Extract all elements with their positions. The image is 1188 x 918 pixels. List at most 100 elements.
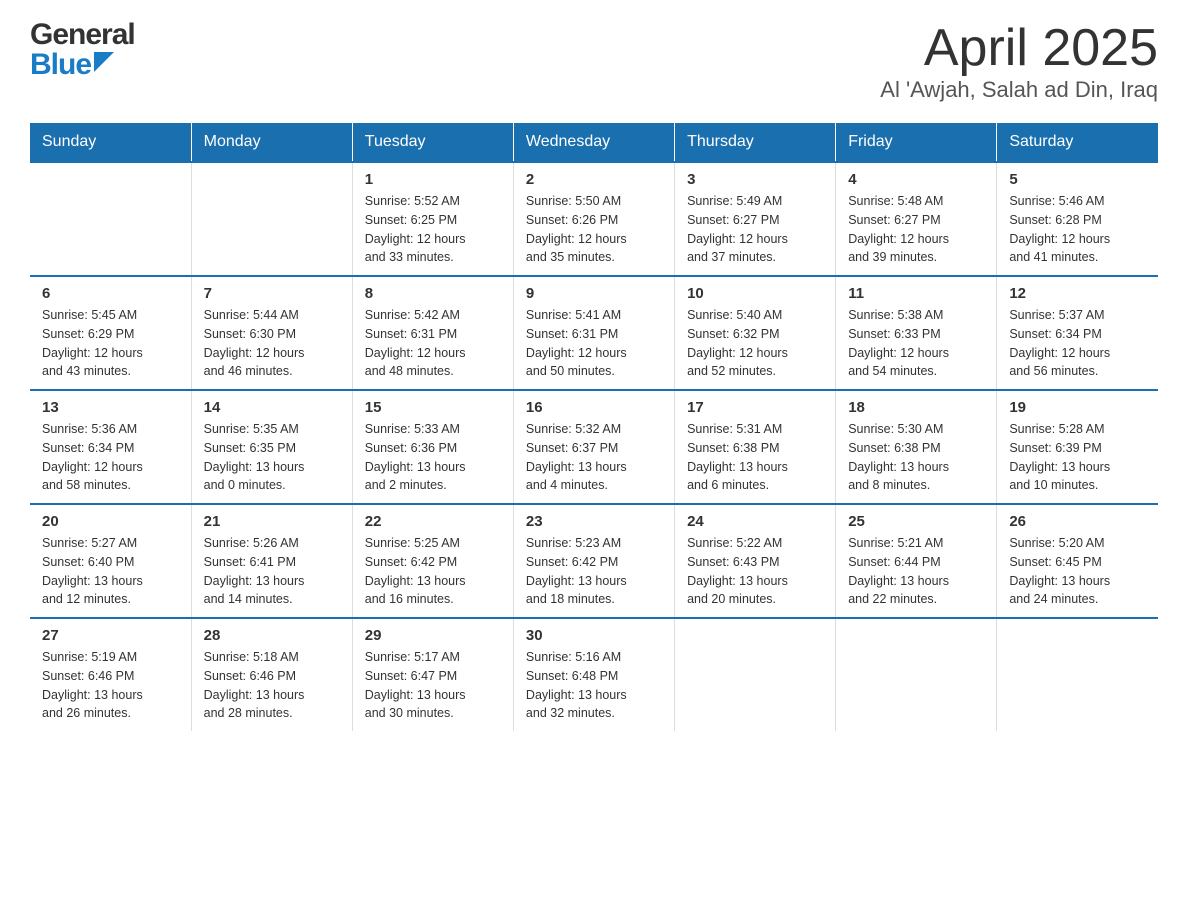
day-info: Sunrise: 5:31 AMSunset: 6:38 PMDaylight:…	[687, 420, 823, 495]
page-title: April 2025	[880, 20, 1158, 77]
calendar-cell: 12 Sunrise: 5:37 AMSunset: 6:34 PMDayligh…	[997, 276, 1158, 390]
day-number: 1	[365, 171, 501, 188]
calendar-week-row: 20 Sunrise: 5:27 AMSunset: 6:40 PMDayligh…	[30, 504, 1158, 618]
day-number: 2	[526, 171, 662, 188]
day-info: Sunrise: 5:38 AMSunset: 6:33 PMDaylight:…	[848, 306, 984, 381]
calendar-header-sunday: Sunday	[30, 123, 191, 162]
day-number: 28	[204, 627, 340, 644]
calendar-cell: 8Sunrise: 5:42 AMSunset: 6:31 PMDaylight…	[352, 276, 513, 390]
logo-triangle-icon	[94, 52, 114, 76]
page-header: General Blue April 2025 Al 'Awjah, Salah…	[30, 20, 1158, 103]
day-info: Sunrise: 5:52 AMSunset: 6:25 PMDaylight:…	[365, 192, 501, 267]
day-info: Sunrise: 5:40 AMSunset: 6:32 PMDaylight:…	[687, 306, 823, 381]
day-number: 3	[687, 171, 823, 188]
calendar-cell: 22Sunrise: 5:25 AMSunset: 6:42 PMDayligh…	[352, 504, 513, 618]
calendar-cell: 19 Sunrise: 5:28 AMSunset: 6:39 PMDayligh…	[997, 390, 1158, 504]
day-number: 6	[42, 285, 179, 302]
calendar-cell: 2 Sunrise: 5:50 AMSunset: 6:26 PMDaylight…	[513, 162, 674, 276]
day-number: 16	[526, 399, 662, 416]
day-number: 24	[687, 513, 823, 530]
calendar-cell: 1 Sunrise: 5:52 AMSunset: 6:25 PMDaylight…	[352, 162, 513, 276]
day-number: 22	[365, 513, 501, 530]
day-info: Sunrise: 5:46 AMSunset: 6:28 PMDaylight:…	[1009, 192, 1146, 267]
day-info: Sunrise: 5:27 AMSunset: 6:40 PMDaylight:…	[42, 534, 179, 609]
calendar-week-row: 1 Sunrise: 5:52 AMSunset: 6:25 PMDaylight…	[30, 162, 1158, 276]
day-info: Sunrise: 5:26 AMSunset: 6:41 PMDaylight:…	[204, 534, 340, 609]
day-info: Sunrise: 5:41 AMSunset: 6:31 PMDaylight:…	[526, 306, 662, 381]
calendar-header-friday: Friday	[836, 123, 997, 162]
calendar-cell: 24 Sunrise: 5:22 AMSunset: 6:43 PMDayligh…	[675, 504, 836, 618]
day-number: 11	[848, 285, 984, 302]
calendar-cell	[191, 162, 352, 276]
logo-blue: Blue	[30, 50, 91, 80]
calendar-cell: 23 Sunrise: 5:23 AMSunset: 6:42 PMDayligh…	[513, 504, 674, 618]
calendar-cell: 20 Sunrise: 5:27 AMSunset: 6:40 PMDayligh…	[30, 504, 191, 618]
calendar-table: SundayMondayTuesdayWednesdayThursdayFrid…	[30, 123, 1158, 731]
calendar-cell: 11 Sunrise: 5:38 AMSunset: 6:33 PMDayligh…	[836, 276, 997, 390]
calendar-cell: 6 Sunrise: 5:45 AMSunset: 6:29 PMDaylight…	[30, 276, 191, 390]
calendar-cell	[836, 618, 997, 731]
calendar-cell: 21 Sunrise: 5:26 AMSunset: 6:41 PMDayligh…	[191, 504, 352, 618]
day-info: Sunrise: 5:28 AMSunset: 6:39 PMDaylight:…	[1009, 420, 1146, 495]
calendar-header-row: SundayMondayTuesdayWednesdayThursdayFrid…	[30, 123, 1158, 162]
day-number: 14	[204, 399, 340, 416]
day-info: Sunrise: 5:37 AMSunset: 6:34 PMDaylight:…	[1009, 306, 1146, 381]
calendar-header-tuesday: Tuesday	[352, 123, 513, 162]
calendar-cell: 4 Sunrise: 5:48 AMSunset: 6:27 PMDaylight…	[836, 162, 997, 276]
calendar-cell: 28 Sunrise: 5:18 AMSunset: 6:46 PMDayligh…	[191, 618, 352, 731]
day-info: Sunrise: 5:23 AMSunset: 6:42 PMDaylight:…	[526, 534, 662, 609]
logo: General Blue	[30, 20, 135, 80]
day-number: 9	[526, 285, 662, 302]
calendar-cell: 3Sunrise: 5:49 AMSunset: 6:27 PMDaylight…	[675, 162, 836, 276]
calendar-cell	[675, 618, 836, 731]
day-info: Sunrise: 5:50 AMSunset: 6:26 PMDaylight:…	[526, 192, 662, 267]
day-number: 12	[1009, 285, 1146, 302]
calendar-cell	[997, 618, 1158, 731]
day-number: 30	[526, 627, 662, 644]
day-info: Sunrise: 5:18 AMSunset: 6:46 PMDaylight:…	[204, 648, 340, 723]
day-number: 27	[42, 627, 179, 644]
calendar-cell: 26Sunrise: 5:20 AMSunset: 6:45 PMDayligh…	[997, 504, 1158, 618]
day-info: Sunrise: 5:30 AMSunset: 6:38 PMDaylight:…	[848, 420, 984, 495]
calendar-cell: 27Sunrise: 5:19 AMSunset: 6:46 PMDayligh…	[30, 618, 191, 731]
day-number: 4	[848, 171, 984, 188]
day-info: Sunrise: 5:48 AMSunset: 6:27 PMDaylight:…	[848, 192, 984, 267]
calendar-header-saturday: Saturday	[997, 123, 1158, 162]
day-info: Sunrise: 5:45 AMSunset: 6:29 PMDaylight:…	[42, 306, 179, 381]
day-number: 10	[687, 285, 823, 302]
calendar-header-wednesday: Wednesday	[513, 123, 674, 162]
calendar-cell: 15Sunrise: 5:33 AMSunset: 6:36 PMDayligh…	[352, 390, 513, 504]
calendar-cell	[30, 162, 191, 276]
day-number: 20	[42, 513, 179, 530]
calendar-week-row: 13 Sunrise: 5:36 AMSunset: 6:34 PMDayligh…	[30, 390, 1158, 504]
calendar-cell: 10 Sunrise: 5:40 AMSunset: 6:32 PMDayligh…	[675, 276, 836, 390]
day-info: Sunrise: 5:35 AMSunset: 6:35 PMDaylight:…	[204, 420, 340, 495]
day-number: 23	[526, 513, 662, 530]
calendar-cell: 14 Sunrise: 5:35 AMSunset: 6:35 PMDayligh…	[191, 390, 352, 504]
day-number: 19	[1009, 399, 1146, 416]
calendar-cell: 25Sunrise: 5:21 AMSunset: 6:44 PMDayligh…	[836, 504, 997, 618]
day-info: Sunrise: 5:42 AMSunset: 6:31 PMDaylight:…	[365, 306, 501, 381]
calendar-cell: 7 Sunrise: 5:44 AMSunset: 6:30 PMDaylight…	[191, 276, 352, 390]
page-subtitle: Al 'Awjah, Salah ad Din, Iraq	[880, 77, 1158, 103]
day-number: 18	[848, 399, 984, 416]
day-info: Sunrise: 5:20 AMSunset: 6:45 PMDaylight:…	[1009, 534, 1146, 609]
logo-text: General Blue	[30, 20, 135, 80]
day-info: Sunrise: 5:33 AMSunset: 6:36 PMDaylight:…	[365, 420, 501, 495]
day-info: Sunrise: 5:16 AMSunset: 6:48 PMDaylight:…	[526, 648, 662, 723]
calendar-cell: 13 Sunrise: 5:36 AMSunset: 6:34 PMDayligh…	[30, 390, 191, 504]
day-number: 7	[204, 285, 340, 302]
day-info: Sunrise: 5:44 AMSunset: 6:30 PMDaylight:…	[204, 306, 340, 381]
day-number: 13	[42, 399, 179, 416]
calendar-cell: 17Sunrise: 5:31 AMSunset: 6:38 PMDayligh…	[675, 390, 836, 504]
calendar-header-thursday: Thursday	[675, 123, 836, 162]
calendar-cell: 5 Sunrise: 5:46 AMSunset: 6:28 PMDaylight…	[997, 162, 1158, 276]
day-info: Sunrise: 5:36 AMSunset: 6:34 PMDaylight:…	[42, 420, 179, 495]
logo-general: General	[30, 20, 135, 50]
day-info: Sunrise: 5:22 AMSunset: 6:43 PMDaylight:…	[687, 534, 823, 609]
calendar-cell: 9 Sunrise: 5:41 AMSunset: 6:31 PMDaylight…	[513, 276, 674, 390]
calendar-cell: 30 Sunrise: 5:16 AMSunset: 6:48 PMDayligh…	[513, 618, 674, 731]
day-number: 5	[1009, 171, 1146, 188]
day-number: 21	[204, 513, 340, 530]
calendar-cell: 18 Sunrise: 5:30 AMSunset: 6:38 PMDayligh…	[836, 390, 997, 504]
